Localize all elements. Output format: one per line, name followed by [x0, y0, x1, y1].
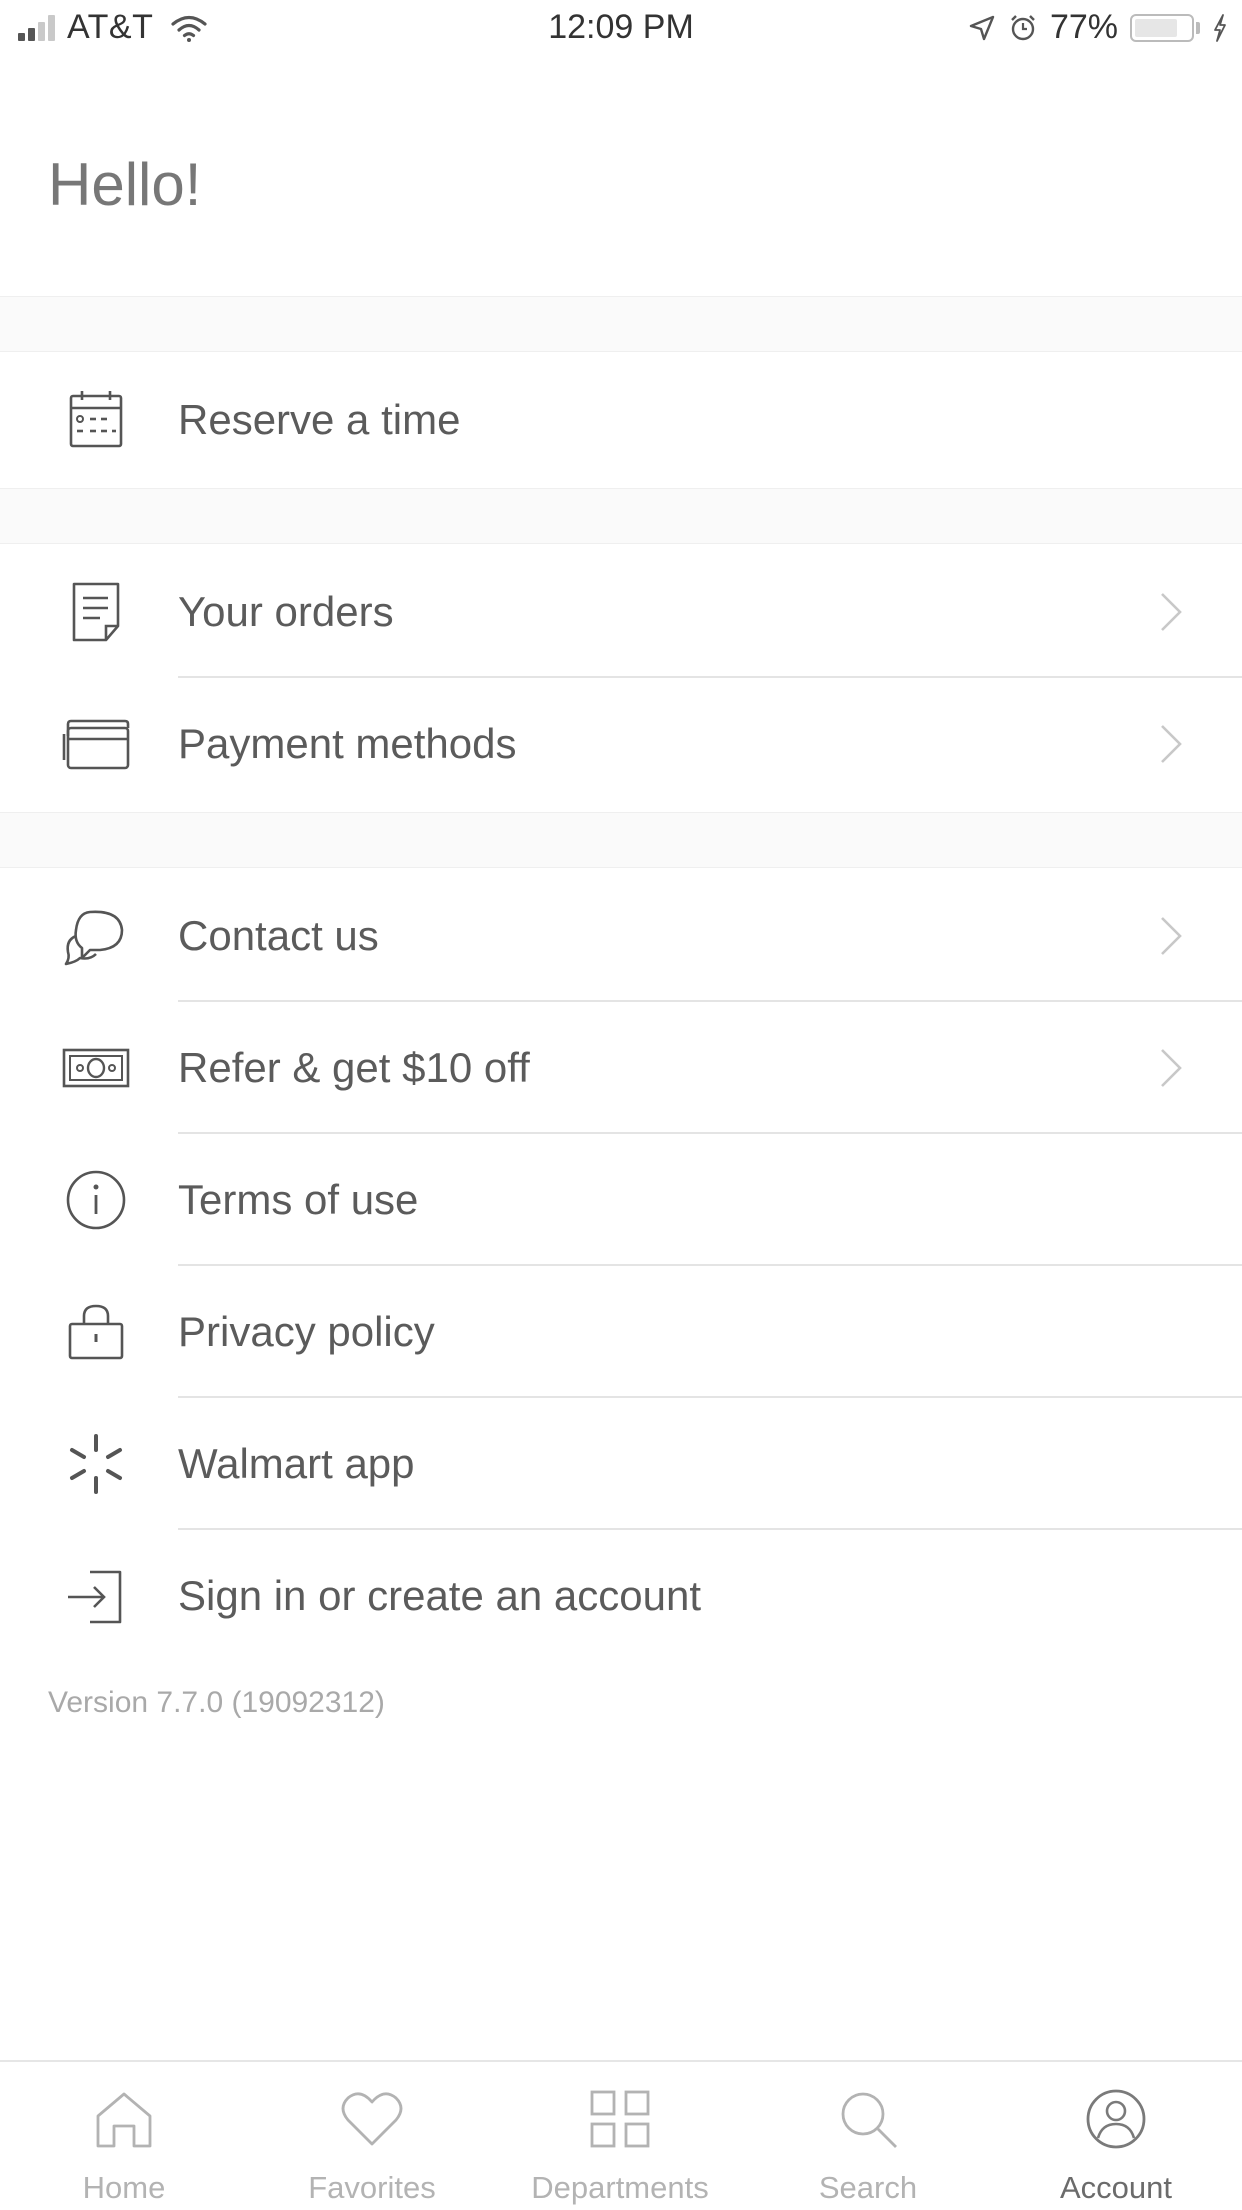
walmart-spark-icon: [70, 1434, 122, 1494]
tab-label: Account: [1059, 2170, 1172, 2205]
menu-item-label: Sign in or create an account: [178, 1572, 701, 1619]
tab-departments[interactable]: Departments: [496, 2062, 744, 2210]
tab-favorites[interactable]: Favorites: [248, 2062, 496, 2210]
info-icon: [66, 1170, 126, 1230]
tab-search[interactable]: Search: [744, 2062, 992, 2210]
account-icon: [1086, 2089, 1146, 2149]
location-arrow-icon: [969, 15, 995, 40]
battery-icon: [1130, 13, 1194, 42]
grid-icon: [590, 2090, 650, 2148]
menu-item-payment-methods[interactable]: Payment methods: [0, 678, 1242, 810]
calendar-icon: [69, 391, 123, 448]
alarm-icon: [1011, 14, 1035, 40]
battery-percent: 77%: [1049, 8, 1118, 46]
menu-item-sign-in[interactable]: Sign in or create an account: [0, 1530, 1242, 1662]
tab-account[interactable]: Account: [992, 2062, 1240, 2210]
menu-item-label: Terms of use: [178, 1176, 419, 1223]
tab-label: Departments: [531, 2170, 709, 2205]
greeting-title: Hello!: [48, 151, 202, 218]
tab-label: Search: [818, 2170, 918, 2205]
menu-item-label: Reserve a time: [178, 396, 461, 443]
menu-item-label: Payment methods: [178, 720, 517, 767]
app-version: Version 7.7.0 (19092312): [48, 1686, 385, 1719]
credit-card-icon: [62, 719, 130, 770]
menu-item-refer[interactable]: Refer & get $10 off: [0, 1002, 1242, 1134]
menu-item-terms[interactable]: Terms of use: [0, 1134, 1242, 1266]
battery-cap: [1196, 21, 1200, 34]
chevron-right-icon: [1161, 1049, 1182, 1087]
charging-bolt-icon: [1214, 13, 1226, 42]
menu-item-privacy[interactable]: Privacy policy: [0, 1266, 1242, 1398]
tab-label: Home: [82, 2170, 166, 2205]
chevron-right-icon: [1161, 593, 1182, 631]
heart-icon: [341, 2092, 403, 2146]
money-bill-icon: [62, 1048, 130, 1088]
receipt-icon: [72, 582, 120, 642]
sign-in-icon: [68, 1570, 122, 1624]
section-separator: [0, 812, 1242, 868]
home-icon: [96, 2092, 152, 2148]
tab-home[interactable]: Home: [0, 2062, 248, 2210]
menu-item-label: Walmart app: [178, 1440, 415, 1487]
section-separator: [0, 488, 1242, 544]
menu-item-walmart-app[interactable]: Walmart app: [0, 1398, 1242, 1530]
search-icon: [841, 2092, 897, 2148]
chat-bubbles-icon: [64, 910, 124, 966]
menu-item-label: Refer & get $10 off: [178, 1044, 530, 1091]
menu-item-contact-us[interactable]: Contact us: [0, 870, 1242, 1002]
menu-item-your-orders[interactable]: Your orders: [0, 546, 1242, 678]
lock-icon: [68, 1304, 124, 1360]
menu-item-label: Privacy policy: [178, 1308, 435, 1355]
tab-label: Favorites: [308, 2170, 436, 2205]
section-separator: [0, 296, 1242, 352]
chevron-right-icon: [1161, 917, 1182, 955]
status-bar: AT&T 12:09 PM 77%: [0, 0, 1242, 60]
menu-item-label: Your orders: [178, 588, 394, 635]
menu-item-reserve-time[interactable]: Reserve a time: [0, 354, 1242, 486]
tab-bar: Home Favorites Departments Search Accoun…: [0, 2060, 1242, 2210]
menu-item-label: Contact us: [178, 912, 379, 959]
chevron-right-icon: [1161, 725, 1182, 763]
